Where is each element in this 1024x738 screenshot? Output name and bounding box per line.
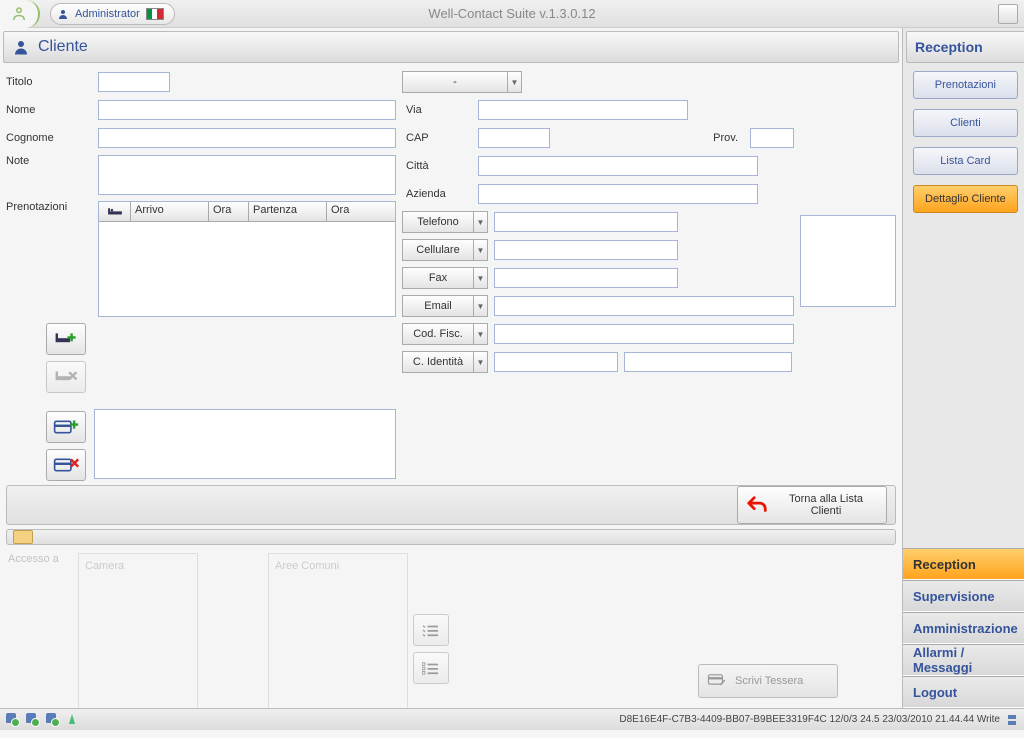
citta-input[interactable]	[478, 156, 758, 176]
remove-card-button[interactable]	[46, 449, 86, 481]
section-allarmi[interactable]: Allarmi / Messaggi	[903, 644, 1024, 676]
fax-combo[interactable]: Fax▼	[402, 267, 488, 289]
sidebar-item-clienti[interactable]: Clienti	[913, 109, 1018, 137]
page-header: Cliente	[3, 31, 899, 63]
people-icon	[10, 5, 28, 23]
cap-input[interactable]	[478, 128, 550, 148]
codfisc-combo[interactable]: Cod. Fisc.▼	[402, 323, 488, 345]
telefono-input[interactable]	[494, 212, 678, 232]
status-icon	[66, 713, 80, 727]
card-bar	[6, 529, 896, 545]
status-icon	[6, 713, 20, 727]
user-chip[interactable]: Administrator	[50, 3, 175, 25]
section-reception[interactable]: Reception	[903, 548, 1024, 580]
back-button[interactable]: Torna alla Lista Clienti	[737, 486, 887, 524]
add-booking-button[interactable]	[46, 323, 86, 355]
section-amministrazione[interactable]: Amministrazione	[903, 612, 1024, 644]
page-title: Cliente	[38, 38, 88, 56]
photo-box[interactable]	[800, 215, 896, 307]
cident-input2[interactable]	[624, 352, 792, 372]
status-end-icon	[1006, 714, 1018, 726]
status-icon	[26, 713, 40, 727]
remove-booking-button[interactable]	[46, 361, 86, 393]
flag-italy-icon	[146, 8, 164, 20]
user-name: Administrator	[75, 8, 140, 20]
list-check-button[interactable]	[413, 614, 449, 646]
card-icon	[13, 530, 33, 544]
sidebar-header: Reception	[906, 31, 1024, 63]
codfisc-input[interactable]	[494, 324, 794, 344]
fax-input[interactable]	[494, 268, 678, 288]
label-cognome: Cognome	[6, 132, 92, 144]
back-arrow-icon	[746, 494, 768, 516]
email-input[interactable]	[494, 296, 794, 316]
sidebar: Reception Prenotazioni Clienti Lista Car…	[902, 28, 1024, 708]
window-button[interactable]	[998, 4, 1018, 24]
sidebar-item-dettaglio[interactable]: Dettaglio Cliente	[913, 185, 1018, 213]
cellulare-input[interactable]	[494, 240, 678, 260]
via-input[interactable]	[478, 100, 688, 120]
bed-icon	[107, 207, 123, 217]
telefono-combo[interactable]: Telefono▼	[402, 211, 488, 233]
nome-input[interactable]	[98, 100, 396, 120]
cident-combo[interactable]: C. Identità▼	[402, 351, 488, 373]
sidebar-item-listacard[interactable]: Lista Card	[913, 147, 1018, 175]
section-logout[interactable]: Logout	[903, 676, 1024, 708]
type-combo[interactable]: -▼	[402, 71, 522, 93]
status-icon	[46, 713, 60, 727]
label-note: Note	[6, 155, 92, 167]
chevron-down-icon: ▼	[508, 71, 522, 93]
user-icon	[12, 38, 30, 56]
section-supervisione[interactable]: Supervisione	[903, 580, 1024, 612]
add-card-button[interactable]	[46, 411, 86, 443]
titolo-input[interactable]	[98, 72, 170, 92]
topbar: Administrator Well-Contact Suite v.1.3.0…	[0, 0, 1024, 28]
status-text: D8E16E4F-C7B3-4409-BB07-B9BEE3319F4C 12/…	[619, 714, 1000, 725]
scrivi-tessera-button[interactable]: Scrivi Tessera	[698, 664, 838, 698]
cellulare-combo[interactable]: Cellulare▼	[402, 239, 488, 261]
prenotazioni-grid[interactable]: Arrivo Ora Partenza Ora	[98, 201, 396, 317]
cognome-input[interactable]	[98, 128, 396, 148]
list-uncheck-button[interactable]	[413, 652, 449, 684]
aree-panel: Aree Comuni	[268, 553, 408, 708]
label-titolo: Titolo	[6, 76, 92, 88]
camera-panel: Camera	[78, 553, 198, 708]
extra-textarea[interactable]	[94, 409, 396, 479]
status-bar: D8E16E4F-C7B3-4409-BB07-B9BEE3319F4C 12/…	[0, 708, 1024, 730]
label-prenotazioni: Prenotazioni	[6, 201, 92, 213]
app-logo	[0, 0, 40, 28]
note-input[interactable]	[98, 155, 396, 195]
prov-input[interactable]	[750, 128, 794, 148]
sidebar-item-prenotazioni[interactable]: Prenotazioni	[913, 71, 1018, 99]
user-icon	[57, 8, 69, 20]
email-combo[interactable]: Email▼	[402, 295, 488, 317]
grid-header: Arrivo Ora Partenza Ora	[99, 202, 395, 222]
card-write-icon	[707, 674, 727, 688]
back-bar: Torna alla Lista Clienti	[6, 485, 896, 525]
cident-input1[interactable]	[494, 352, 618, 372]
status-icons	[6, 713, 80, 727]
label-nome: Nome	[6, 104, 92, 116]
azienda-input[interactable]	[478, 184, 758, 204]
